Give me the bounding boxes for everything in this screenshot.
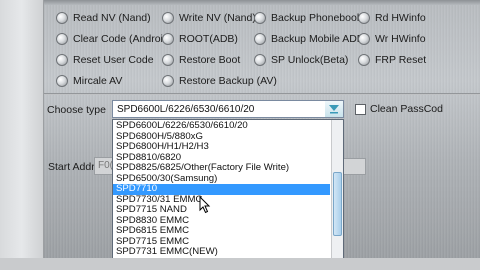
dropdown-options: SPD6600L/6226/6530/6610/20 SPD6800H/5/880… [113,121,330,258]
radio-wr-hwinfo[interactable]: Wr HWinfo [358,33,426,45]
dropdown-option[interactable]: SPD8810/6820 [113,153,330,164]
radio-clear-code[interactable]: Clear Code (Android) [56,33,172,45]
radio-dot-icon[interactable] [254,12,266,24]
dropdown-option[interactable]: SPD6800H/5/880xG [113,132,330,143]
dropdown-option[interactable]: SPD7730/31 EMMC [113,195,330,206]
radio-label: Restore Backup (AV) [179,75,277,87]
radio-root-adb[interactable]: ROOT(ADB) [162,33,238,45]
dropdown-option[interactable]: SPD8830 EMMC [113,216,330,227]
radio-reset-user-code[interactable]: Reset User Code [56,54,154,66]
radio-label: Restore Boot [179,54,241,66]
radio-dot-icon[interactable] [358,12,370,24]
dropdown-option[interactable]: SPD6600L/6226/6530/6610/20 [113,121,330,132]
radio-label: Reset User Code [73,54,154,66]
radio-backup-phonebook[interactable]: Backup Phonebook [254,12,362,24]
chevron-down-icon [329,105,339,114]
radio-dot-icon[interactable] [358,54,370,66]
radio-label: Clear Code (Android) [73,33,173,45]
section-divider [44,93,480,95]
mouse-cursor-icon [199,196,211,214]
radio-rd-hwinfo[interactable]: Rd HWinfo [358,12,426,24]
combobox-value: SPD6600L/6226/6530/6610/20 [117,103,255,115]
radio-dot-icon[interactable] [162,54,174,66]
radio-dot-icon[interactable] [162,33,174,45]
end-addr-input[interactable] [342,158,366,175]
radio-dot-icon[interactable] [56,12,68,24]
radio-label: Wr HWinfo [375,33,426,45]
radio-dot-icon[interactable] [358,33,370,45]
radio-label: Backup Phonebook [271,12,363,24]
dropdown-option[interactable]: SPD7710 [113,184,330,195]
checkbox-box[interactable] [355,103,366,115]
radio-dot-icon[interactable] [162,12,174,24]
radio-label: Read NV (Nand) [73,12,151,24]
dropdown-option[interactable]: SPD7715 EMMC [113,237,330,248]
radio-mircale-av[interactable]: Mircale AV [56,75,122,87]
dropdown-option[interactable]: SPD6815 EMMC [113,226,330,237]
choose-type-combobox[interactable]: SPD6600L/6226/6530/6610/20 [112,100,344,118]
radio-write-nv[interactable]: Write NV (Nand) [162,12,256,24]
radio-dot-icon[interactable] [56,75,68,87]
radio-dot-icon[interactable] [56,54,68,66]
radio-label: Mircale AV [73,75,123,87]
dropdown-arrow-button[interactable] [325,101,343,117]
checkbox-label: Clean PassCod [370,103,443,115]
radio-label: Rd HWinfo [375,12,426,24]
radio-backup-mobile-adb[interactable]: Backup Mobile ADB [254,33,364,45]
dropdown-option[interactable]: SPD7731 EMMC(NEW) [113,247,330,258]
scrollbar-thumb[interactable] [333,172,342,236]
radio-dot-icon[interactable] [56,33,68,45]
radio-frp-reset[interactable]: FRP Reset [358,54,426,66]
radio-label: Backup Mobile ADB [271,33,364,45]
radio-label: SP Unlock(Beta) [271,54,349,66]
radio-label: FRP Reset [375,54,427,66]
operation-radio-group: Read NV (Nand) Write NV (Nand) Backup Ph… [52,8,480,92]
dropdown-option[interactable]: SPD6500/30(Samsung) [113,174,330,185]
radio-dot-icon[interactable] [162,75,174,87]
window-bottom-frame [0,258,480,270]
type-dropdown-list[interactable]: SPD6600L/6226/6530/6610/20 SPD6800H/5/880… [112,119,344,270]
radio-label: ROOT(ADB) [179,33,238,45]
choose-type-label: Choose type [47,104,106,116]
radio-dot-icon[interactable] [254,33,266,45]
radio-dot-icon[interactable] [254,54,266,66]
dropdown-option[interactable]: SPD8825/6825/Other(Factory File Write) [113,163,330,174]
dropdown-scrollbar[interactable] [331,120,343,269]
radio-sp-unlock[interactable]: SP Unlock(Beta) [254,54,348,66]
radio-restore-backup-av[interactable]: Restore Backup (AV) [162,75,277,87]
radio-label: Write NV (Nand) [179,12,256,24]
window-left-frame [0,0,44,270]
clean-passcode-checkbox[interactable]: Clean PassCod [355,103,443,115]
top-edge [44,0,480,5]
dropdown-option[interactable]: SPD6800H/H1/H2/H3 [113,142,330,153]
radio-read-nv[interactable]: Read NV (Nand) [56,12,151,24]
radio-restore-boot[interactable]: Restore Boot [162,54,240,66]
dropdown-option[interactable]: SPD7715 NAND [113,205,330,216]
